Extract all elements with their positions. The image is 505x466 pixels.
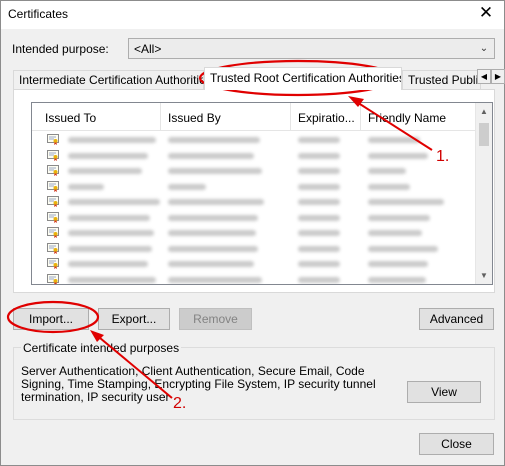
view-button[interactable]: View [407,381,481,403]
redacted-cell [168,152,254,159]
tab-strip: Intermediate Certification Authorities T… [11,65,505,90]
redacted-cell [168,245,258,252]
remove-button[interactable]: Remove [179,308,252,330]
redacted-cell [298,276,340,283]
dropdown-chevron-icon: ⌄ [479,43,489,54]
column-friendly-name[interactable]: Friendly Name [361,103,477,130]
table-row[interactable] [32,179,477,195]
intended-purpose-value: <All> [134,42,162,56]
redacted-cell [368,199,444,205]
certificate-icon [47,180,59,192]
intended-purpose-dropdown[interactable]: <All> ⌄ [128,38,495,59]
redacted-cell [68,276,156,283]
redacted-cell [168,214,258,221]
tab-scroll-right-icon[interactable]: ▶ [491,69,505,84]
redacted-cell [168,168,262,174]
certificate-icon [47,165,59,176]
certificate-icon [47,227,59,238]
advanced-button[interactable]: Advanced [419,308,494,330]
list-header: Issued To Issued By Expiratio... Friendl… [32,103,477,131]
close-button[interactable]: Close [419,433,494,455]
table-row[interactable] [32,241,477,257]
redacted-cell [298,245,340,252]
column-issued-by[interactable]: Issued By [161,103,291,130]
redacted-cell [68,199,160,205]
window-title: Certificates [8,7,69,21]
redacted-cell [168,183,206,190]
redacted-cell [298,137,340,143]
redacted-cell [68,245,152,252]
redacted-cell [68,152,148,159]
column-expiration[interactable]: Expiratio... [291,103,361,130]
redacted-cell [368,168,406,174]
list-scrollbar[interactable]: ▲ ▼ [475,103,492,284]
certificate-list[interactable]: Issued To Issued By Expiratio... Friendl… [31,102,493,285]
redacted-cell [68,261,148,267]
table-row[interactable] [32,225,477,241]
certificate-icon [47,273,59,284]
certificate-icon [47,196,59,207]
redacted-cell [368,261,428,267]
scroll-down-icon[interactable]: ▼ [476,267,492,284]
redacted-cell [68,183,104,190]
certificate-icon [47,258,59,269]
redacted-cell [298,183,340,190]
table-row[interactable] [32,194,477,210]
column-issued-to[interactable]: Issued To [32,103,161,130]
redacted-cell [368,230,422,236]
certificate-icon [47,149,59,161]
title-bar: Certificates ✕ [1,1,504,29]
intended-purposes-legend: Certificate intended purposes [21,341,182,355]
redacted-cell [368,214,430,221]
tab-scroll-left-icon[interactable]: ◀ [477,69,491,84]
redacted-cell [68,230,154,236]
annotation-step-2: 2. [173,395,187,412]
redacted-cell [68,137,156,143]
table-row[interactable] [32,210,477,226]
redacted-cell [368,245,438,252]
intended-purposes-text: Server Authentication, Client Authentica… [21,364,376,404]
redacted-cell [298,199,340,205]
redacted-cell [298,168,340,174]
redacted-cell [168,137,260,143]
redacted-cell [298,261,340,267]
intended-purpose-label: Intended purpose: [12,42,109,56]
export-button[interactable]: Export... [98,308,170,330]
certificate-icon [47,242,59,254]
redacted-cell [368,137,420,143]
redacted-cell [298,152,340,159]
table-row[interactable] [32,272,477,284]
scroll-up-icon[interactable]: ▲ [476,103,492,120]
certificate-rows [32,132,477,284]
redacted-cell [298,214,340,221]
table-row[interactable] [32,256,477,272]
certificate-icon [47,134,59,145]
certificate-icon [47,211,59,223]
import-button[interactable]: Import... [13,308,89,330]
annotation-step-1: 1. [436,148,450,165]
close-icon[interactable]: ✕ [474,3,498,25]
redacted-cell [168,276,262,283]
table-row[interactable] [32,163,477,179]
tab-intermediate-ca[interactable]: Intermediate Certification Authorities [13,70,204,89]
table-row[interactable] [32,132,477,148]
scroll-thumb[interactable] [479,123,489,146]
redacted-cell [68,214,150,221]
redacted-cell [168,261,254,267]
tab-trusted-publishers[interactable]: Trusted Publi [402,70,481,89]
redacted-cell [168,230,256,236]
redacted-cell [368,276,426,283]
tab-trusted-root-ca[interactable]: Trusted Root Certification Authorities [204,67,402,90]
redacted-cell [68,168,142,174]
tab-panel: Issued To Issued By Expiratio... Friendl… [13,89,495,293]
table-row[interactable] [32,148,477,164]
redacted-cell [368,152,428,159]
certificates-dialog: Certificates ✕ Intended purpose: <All> ⌄… [0,0,505,466]
redacted-cell [298,230,340,236]
redacted-cell [168,199,264,205]
redacted-cell [368,183,410,190]
